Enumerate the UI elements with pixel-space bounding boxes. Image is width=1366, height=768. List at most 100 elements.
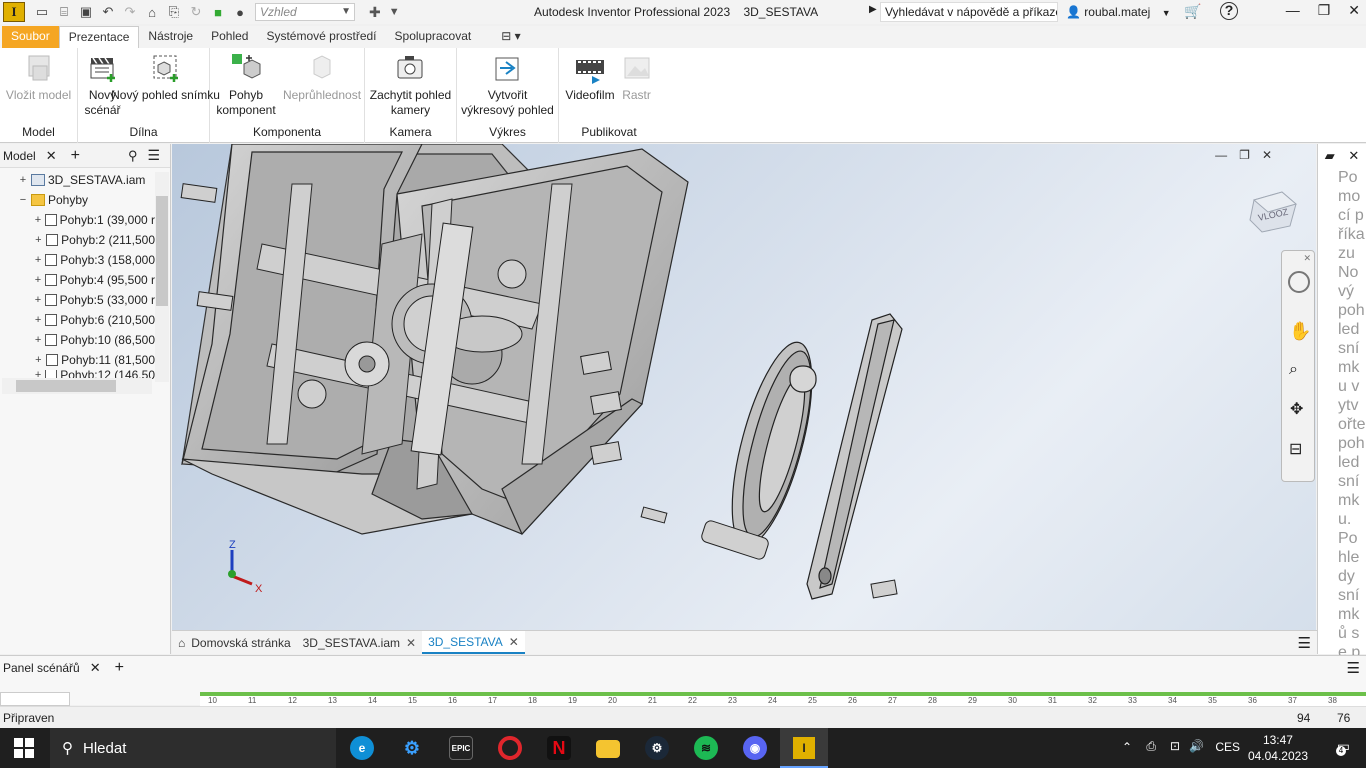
storyboard-selector[interactable] (0, 692, 70, 706)
graphics-viewport[interactable]: VLOOZ ✕ ✋ ⌕ ✥ ⊟ Z X — ❐ ✕ (172, 144, 1316, 630)
expand-icon[interactable]: + (34, 234, 43, 246)
clock[interactable]: 13:47 04.04.2023 (1248, 732, 1308, 764)
material-icon[interactable]: ● (231, 5, 249, 20)
expand-icon[interactable]: + (34, 354, 43, 366)
tab-spolupracovat[interactable]: Spolupracovat (386, 26, 481, 48)
tree-item-pohyb[interactable]: + Pohyb:3 (158,000 (0, 250, 155, 270)
redo-icon[interactable]: ↷ (121, 4, 139, 20)
chevron-up-icon[interactable]: ⌃ (1122, 740, 1132, 754)
customize-qat-icon[interactable]: ▼ (389, 6, 400, 18)
close-icon[interactable]: ✕ (90, 660, 101, 676)
expand-icon[interactable]: + (34, 274, 42, 286)
tab-pohled[interactable]: Pohled (202, 26, 257, 48)
tab-assembly-file[interactable]: 3D_SESTAVA.iam ✕ (297, 631, 422, 654)
expand-icon[interactable]: + (34, 314, 42, 326)
search-expand-icon[interactable]: ▶ (869, 4, 877, 15)
expand-icon[interactable]: + (18, 174, 28, 186)
expand-icon[interactable]: + (34, 214, 42, 226)
update-icon[interactable]: ↻ (187, 4, 205, 20)
expand-icon[interactable]: + (34, 334, 42, 346)
taskbar-search[interactable]: ⚲ Hledat (50, 728, 336, 768)
user-account[interactable]: 👤 roubal.matej ▼ (1066, 5, 1171, 19)
netflix-icon[interactable]: N (547, 736, 571, 760)
steering-wheel-icon[interactable] (1288, 271, 1310, 293)
tree-item-assembly[interactable]: + 3D_SESTAVA.iam (0, 170, 155, 190)
pin-icon[interactable]: ▰ (1325, 148, 1335, 164)
appearance-dropdown[interactable]: Vzhled ▼ (255, 3, 355, 21)
zoom-icon[interactable]: ⌕ (1289, 361, 1298, 379)
home-icon[interactable]: ⌂ (143, 5, 161, 20)
restore-icon[interactable]: ❐ (1318, 2, 1331, 19)
spotify-icon[interactable]: ≋ (694, 736, 718, 760)
view-cube[interactable]: VLOOZ (1246, 186, 1300, 236)
new-file-icon[interactable]: ▭ (33, 4, 51, 20)
tree-item-pohyb[interactable]: + Pohyb:1 (39,000 r (0, 210, 155, 230)
close-icon[interactable]: ✕ (1348, 148, 1359, 164)
inventor-taskbar-icon[interactable]: I (780, 728, 828, 768)
scrollbar-thumb[interactable] (156, 196, 168, 306)
ribbon-display-options-icon[interactable]: ⊟ ▾ (492, 26, 529, 48)
close-icon[interactable]: ✕ (46, 148, 57, 164)
close-icon[interactable]: ✕ (1348, 2, 1360, 19)
file-explorer-icon[interactable] (596, 740, 620, 758)
orbit-icon[interactable]: ✥ (1290, 399, 1303, 419)
search-icon[interactable]: ⚲ (128, 148, 138, 164)
help-icon[interactable]: ? (1220, 2, 1238, 20)
inventor-logo-icon[interactable]: I (3, 2, 25, 22)
cart-icon[interactable]: 🛒 (1184, 3, 1201, 20)
look-at-icon[interactable]: ⊟ (1289, 439, 1302, 459)
epic-games-icon[interactable]: EPIC (449, 736, 473, 760)
close-icon[interactable]: ✕ (406, 632, 416, 654)
tree-item-pohyb[interactable]: + Pohyb:10 (86,500 (0, 330, 155, 350)
pan-icon[interactable]: ✋ (1289, 321, 1311, 342)
help-search-input[interactable]: Vyhledávat v nápovědě a příkaze (880, 2, 1058, 22)
close-icon[interactable]: ✕ (1262, 148, 1272, 162)
tree-item-pohyb[interactable]: + Pohyb:6 (210,500 (0, 310, 155, 330)
menu-icon[interactable]: ☰ (147, 147, 160, 164)
browser-vertical-scrollbar[interactable] (155, 172, 169, 382)
volume-icon[interactable]: 🔊 (1189, 739, 1204, 753)
steam-icon[interactable]: ⚙ (645, 736, 669, 760)
scrollbar-thumb[interactable] (16, 380, 116, 392)
network-icon[interactable]: ⊡ (1170, 739, 1180, 753)
expand-icon[interactable]: + (34, 254, 42, 266)
menu-icon[interactable]: ☰ (1298, 634, 1311, 652)
add-icon[interactable]: + (115, 659, 124, 677)
tree-item-pohyb[interactable]: + Pohyb:11 (81,500 (0, 350, 155, 370)
return-icon[interactable]: ⎘ (165, 4, 183, 20)
browser-horizontal-scrollbar[interactable] (2, 378, 152, 394)
tree-item-pohyb[interactable]: + Pohyb:5 (33,000 r (0, 290, 155, 310)
language-indicator[interactable]: CES (1215, 740, 1240, 754)
color-override-icon[interactable]: ■ (209, 5, 227, 20)
collapse-icon[interactable]: − (18, 194, 28, 206)
minimize-icon[interactable]: — (1286, 2, 1300, 19)
windows-start-icon[interactable] (14, 738, 34, 758)
tab-nastroje[interactable]: Nástroje (139, 26, 202, 48)
menu-icon[interactable]: ☰ (1347, 659, 1360, 677)
tab-presentation[interactable]: 3D_SESTAVA ✕ (422, 631, 525, 654)
browser-title[interactable]: Model (3, 149, 36, 163)
tab-prezentace[interactable]: Prezentace (58, 26, 140, 48)
edge-icon[interactable]: e (350, 736, 374, 760)
gear-app-icon[interactable]: ⚙ (400, 736, 424, 760)
save-icon[interactable]: ▣ (77, 4, 95, 20)
opera-icon[interactable] (498, 736, 522, 760)
open-folder-icon[interactable]: ⌸ (55, 4, 73, 20)
restore-icon[interactable]: ❐ (1239, 148, 1250, 162)
expand-icon[interactable]: + (34, 294, 42, 306)
tree-item-pohyby[interactable]: − Pohyby (0, 190, 155, 210)
plus-icon[interactable]: ✚ (369, 4, 381, 21)
tab-systemove-prostredi[interactable]: Systémové prostředí (257, 26, 385, 48)
tab-home[interactable]: ⌂ Domovská stránka (172, 631, 297, 654)
close-icon[interactable]: ✕ (1303, 253, 1311, 264)
meet-now-icon[interactable]: ⎙ (1146, 739, 1156, 754)
add-browser-icon[interactable]: + (71, 147, 80, 165)
undo-icon[interactable]: ↶ (99, 4, 117, 20)
tree-item-pohyb[interactable]: + Pohyb:2 (211,500 (0, 230, 155, 250)
minimize-icon[interactable]: — (1215, 148, 1227, 162)
timeline[interactable]: 10 11 12 13 14 15 16 17 18 19 20 21 22 23 24 25 26 27 28 29… (200, 692, 1366, 706)
discord-icon[interactable]: ◉ (743, 736, 767, 760)
tree-item-pohyb[interactable]: + Pohyb:4 (95,500 r (0, 270, 155, 290)
tab-soubor[interactable]: Soubor (2, 26, 59, 48)
close-icon[interactable]: ✕ (509, 631, 519, 653)
